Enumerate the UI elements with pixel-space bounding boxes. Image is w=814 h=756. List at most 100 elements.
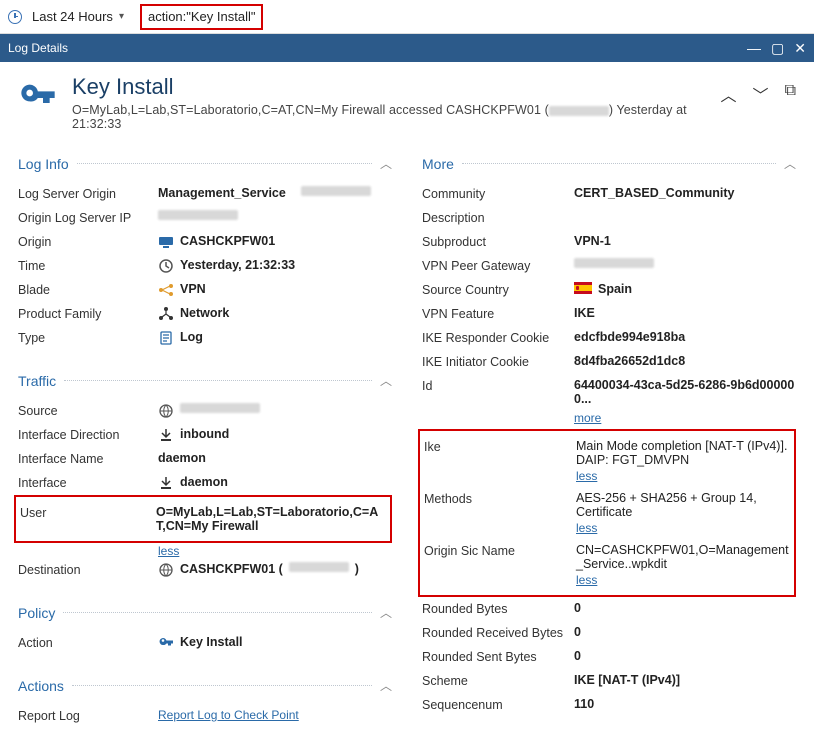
field-value: 0 (574, 601, 581, 615)
field-value: IKE (574, 306, 595, 320)
maximize-icon[interactable]: ▢ (771, 40, 784, 57)
minimize-icon[interactable]: — (747, 40, 761, 57)
field-value: CASHCKPFW01 (180, 234, 275, 248)
field-label: User (20, 505, 156, 520)
log-subtitle: O=MyLab,L=Lab,ST=Laboratorio,C=AT,CN=My … (72, 103, 721, 131)
less-link[interactable]: less (576, 469, 790, 483)
field-value: AES-256 + SHA256 + Group 14, Certificate (576, 491, 790, 519)
field-value: CASHCKPFW01 ( (180, 562, 283, 576)
section-title: Actions (18, 678, 64, 694)
field-label: Methods (424, 491, 576, 506)
field-label: Sequencenum (422, 697, 574, 712)
inbound-icon (158, 427, 174, 443)
less-link[interactable]: less (576, 573, 790, 587)
redacted-ip (549, 106, 609, 116)
field-label: Interface Name (18, 451, 158, 466)
field-value: Main Mode completion [NAT-T (IPv4)]. DAI… (576, 439, 790, 467)
host-icon (158, 234, 174, 250)
redacted-text (301, 186, 371, 196)
redacted-ip (289, 562, 349, 572)
field-label: Destination (18, 562, 158, 577)
field-label: Origin Log Server IP (18, 210, 158, 225)
time-range-label[interactable]: Last 24 Hours (32, 9, 113, 24)
key-icon (158, 635, 174, 651)
highlighted-ike-block: IkeMain Mode completion [NAT-T (IPv4)]. … (418, 429, 796, 597)
right-column: More ︿ CommunityCERT_BASED_Community Desc… (422, 155, 796, 750)
field-value: 8d4fba26652d1dc8 (574, 354, 685, 368)
field-label: Description (422, 210, 574, 225)
field-label: VPN Feature (422, 306, 574, 321)
section-title: Log Info (18, 156, 69, 172)
field-value: 110 (574, 697, 594, 711)
collapse-icon[interactable]: ︿ (380, 604, 392, 621)
field-value: VPN-1 (574, 234, 611, 248)
field-value: CERT_BASED_Community (574, 186, 734, 200)
field-label: Type (18, 330, 158, 345)
filter-bar: Last 24 Hours ▾ action:"Key Install" (0, 0, 814, 34)
more-link[interactable]: more (574, 411, 601, 425)
field-label: Rounded Bytes (422, 601, 574, 616)
field-label: Source Country (422, 282, 574, 297)
field-label: IKE Responder Cookie (422, 330, 574, 345)
window-controls: — ▢ ✕ (747, 40, 806, 57)
section-actions: Actions ︿ Report LogReport Log to Check P… (18, 677, 392, 728)
field-label: Source (18, 403, 158, 418)
vpn-icon (158, 282, 174, 298)
field-value: edcfbde994e918ba (574, 330, 685, 344)
field-label: Scheme (422, 673, 574, 688)
collapse-icon[interactable]: ︿ (380, 155, 392, 172)
field-value: Yesterday, 21:32:33 (180, 258, 295, 272)
flag-es-icon (574, 282, 592, 294)
redacted-ip (180, 403, 260, 413)
section-log-info: Log Info ︿ Log Server OriginManagement_Se… (18, 155, 392, 350)
field-value: 64400034-43ca-5d25-6286-9b6d000000... (574, 378, 796, 406)
field-value: Log (180, 330, 203, 344)
left-column: Log Info ︿ Log Server OriginManagement_Se… (18, 155, 392, 750)
section-title: Traffic (18, 373, 56, 389)
section-title: Policy (18, 605, 55, 621)
globe-icon (158, 562, 174, 578)
copy-icon[interactable]: ⧉ (785, 82, 796, 106)
globe-icon (158, 403, 174, 419)
collapse-icon[interactable]: ︿ (784, 155, 796, 172)
field-value: VPN (180, 282, 206, 296)
field-label: Interface (18, 475, 158, 490)
field-label: Ike (424, 439, 576, 454)
section-more: More ︿ CommunityCERT_BASED_Community Desc… (422, 155, 796, 717)
clock-icon (8, 10, 22, 24)
chevron-down-icon[interactable]: ▾ (119, 11, 124, 22)
field-label: Blade (18, 282, 158, 297)
less-link[interactable]: less (576, 521, 790, 535)
field-value: Key Install (180, 635, 243, 649)
field-value: inbound (180, 427, 229, 441)
prev-icon[interactable]: ︿ (721, 82, 737, 106)
clock-icon (158, 258, 174, 274)
subtitle-prefix: O=MyLab,L=Lab,ST=Laboratorio,C=AT,CN=My … (72, 103, 549, 117)
log-header: Key Install O=MyLab,L=Lab,ST=Laboratorio… (18, 74, 796, 131)
field-value: 0 (574, 625, 581, 639)
search-query-box[interactable]: action:"Key Install" (140, 4, 264, 30)
field-label: Report Log (18, 708, 158, 723)
field-value: Network (180, 306, 229, 320)
field-label: IKE Initiator Cookie (422, 354, 574, 369)
search-query-text: action:"Key Install" (148, 9, 256, 24)
field-value: Management_Service (158, 186, 286, 200)
field-label: Subproduct (422, 234, 574, 249)
field-label: Time (18, 258, 158, 273)
panel-title: Log Details (8, 41, 68, 55)
field-label: Log Server Origin (18, 186, 158, 201)
field-label: Product Family (18, 306, 158, 321)
content-area: Key Install O=MyLab,L=Lab,ST=Laboratorio… (0, 62, 814, 756)
log-title: Key Install (72, 74, 721, 100)
collapse-icon[interactable]: ︿ (380, 677, 392, 694)
collapse-icon[interactable]: ︿ (380, 372, 392, 389)
field-label: Community (422, 186, 574, 201)
next-icon[interactable]: ﹀ (753, 82, 769, 106)
close-icon[interactable]: ✕ (794, 40, 806, 57)
report-log-link[interactable]: Report Log to Check Point (158, 708, 299, 722)
field-label: Action (18, 635, 158, 650)
field-label: Origin (18, 234, 158, 249)
panel-titlebar: Log Details — ▢ ✕ (0, 34, 814, 62)
less-link[interactable]: less (158, 544, 179, 558)
section-title: More (422, 156, 454, 172)
